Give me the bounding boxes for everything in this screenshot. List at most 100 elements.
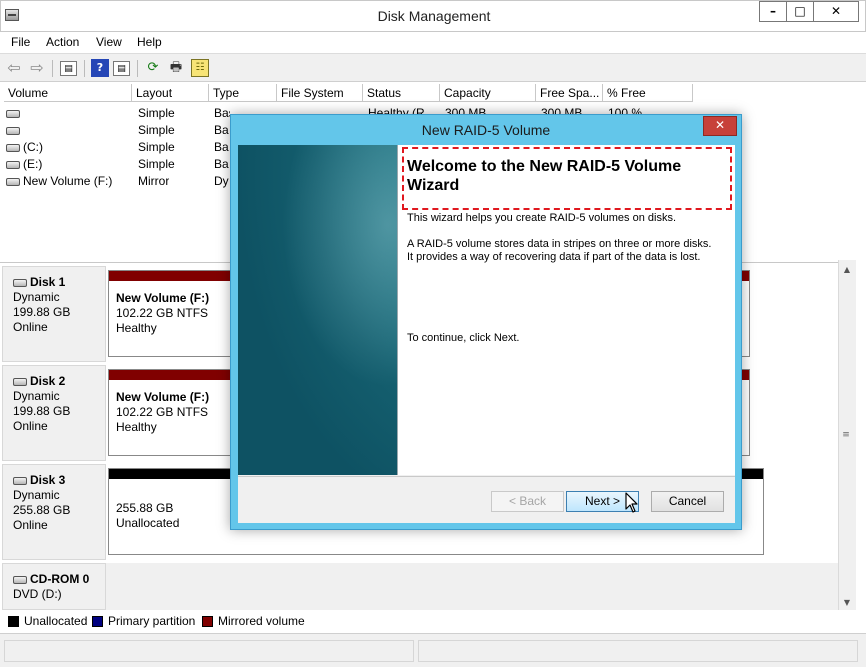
volume-icon [6, 161, 20, 169]
console-tree-icon[interactable]: ▤ [60, 61, 77, 76]
table-row[interactable]: (E:) [6, 157, 126, 171]
volume-name: (C:) [23, 140, 43, 154]
properties-icon[interactable]: ▤ [113, 61, 130, 76]
type-cell: Ba [214, 157, 229, 171]
wizard-heading: Welcome to the New RAID-5 Volume Wizard [407, 158, 682, 194]
volume-icon [6, 110, 20, 118]
dialog-title: New RAID-5 Volume [421, 122, 551, 138]
status-panel [418, 640, 858, 662]
disk-1-label[interactable]: Disk 1 Dynamic 199.88 GB Online [2, 266, 106, 362]
dialog-body: Welcome to the New RAID-5 Volume Wizard … [238, 145, 735, 523]
column-header-capacity[interactable]: Capacity [440, 84, 536, 102]
disk-state: Online [13, 320, 48, 334]
status-panel [4, 640, 414, 662]
type-cell: Ba [214, 140, 229, 154]
partition-detail: 102.22 GB NTFS [116, 405, 209, 419]
disk-size: 199.88 GB [13, 305, 71, 319]
close-button[interactable]: ✕ [813, 1, 859, 22]
column-header-status[interactable]: Status [363, 84, 440, 102]
minimize-button[interactable]: – [759, 1, 787, 22]
disk-2-label[interactable]: Disk 2 Dynamic 199.88 GB Online [2, 365, 106, 461]
disk-type: Dynamic [13, 290, 60, 304]
scroll-up-arrow-icon[interactable]: ▲ [838, 262, 856, 278]
dialog-close-button[interactable]: ✕ [703, 116, 737, 136]
legend-swatch-mirrored [202, 616, 213, 627]
column-header-volume[interactable]: Volume [4, 84, 132, 102]
disk-type: DVD (D:) [13, 587, 62, 601]
table-row[interactable]: (C:) [6, 140, 126, 154]
volume-icon [6, 144, 20, 152]
settings-icon[interactable]: ☷ [191, 59, 209, 77]
disk-name: Disk 1 [30, 275, 66, 289]
toolbar-separator [52, 60, 53, 77]
volume-icon [6, 127, 20, 135]
type-cell: Basic [214, 106, 230, 120]
type-cell: Ba [214, 123, 229, 137]
cdrom-0-label[interactable]: CD-ROM 0 DVD (D:) [2, 563, 106, 610]
cancel-button[interactable]: Cancel [651, 491, 724, 512]
partition-status: Healthy [116, 321, 157, 335]
layout-cell: Simple [138, 123, 175, 137]
column-header-free-space[interactable]: Free Spa... [536, 84, 603, 102]
disk-state: Online [13, 419, 48, 433]
wizard-description-line-2: It provides a way of recovering data if … [407, 251, 701, 263]
percent-free-cell: 100 % [608, 106, 643, 114]
partition-status: Unallocated [116, 516, 180, 530]
table-row[interactable] [6, 123, 126, 137]
disk-size: 199.88 GB [13, 404, 71, 418]
dialog-separator [238, 476, 735, 477]
disk-type: Dynamic [13, 488, 60, 502]
column-header-layout[interactable]: Layout [132, 84, 209, 102]
title-bar: Disk Management – □ ✕ [0, 0, 866, 32]
wizard-continue-text: To continue, click Next. [407, 332, 520, 344]
back-arrow-icon[interactable]: ⇦ [5, 59, 23, 77]
menu-action[interactable]: Action [46, 35, 79, 49]
export-icon[interactable]: 🖶 [167, 59, 185, 77]
layout-cell: Mirror [138, 174, 170, 188]
toolbar-separator [137, 60, 138, 77]
partition-name: New Volume (F:) [116, 291, 210, 305]
disk-3-label[interactable]: Disk 3 Dynamic 255.88 GB Online [2, 464, 106, 560]
status-bar [0, 633, 866, 667]
refresh-icon[interactable]: ⟳ [144, 59, 162, 77]
raid5-wizard-dialog: New RAID-5 Volume ✕ Welcome to the New R… [230, 114, 742, 530]
table-row[interactable]: New Volume (F:) [6, 174, 131, 188]
scroll-grip-icon[interactable]: ≡ [841, 430, 851, 440]
layout-cell: Simple [138, 106, 175, 120]
window-title: Disk Management [377, 8, 491, 24]
disk-icon [13, 378, 27, 386]
column-header-type[interactable]: Type [209, 84, 277, 102]
legend-swatch-unallocated [8, 616, 19, 627]
wizard-intro-text: This wizard helps you create RAID-5 volu… [407, 212, 676, 224]
cdrom-area [106, 563, 838, 610]
wizard-content: Welcome to the New RAID-5 Volume Wizard … [397, 145, 735, 475]
partition-status: Healthy [116, 420, 157, 434]
back-button[interactable]: < Back [491, 491, 564, 512]
toolbar-separator [84, 60, 85, 77]
disk-name: Disk 2 [30, 374, 66, 388]
scroll-down-arrow-icon[interactable]: ▼ [838, 595, 856, 611]
disk-name: Disk 3 [30, 473, 66, 487]
capacity-cell: 300 MB [445, 106, 487, 114]
partition-detail: 255.88 GB [116, 501, 174, 515]
type-cell: Dy [214, 174, 229, 188]
maximize-button[interactable]: □ [786, 1, 814, 22]
disk-name: CD-ROM 0 [30, 572, 90, 586]
forward-arrow-icon[interactable]: ⇨ [28, 59, 46, 77]
partition-name: New Volume (F:) [116, 390, 210, 404]
disk-type: Dynamic [13, 389, 60, 403]
table-row[interactable] [6, 106, 126, 120]
wizard-description-line-1: A RAID-5 volume stores data in stripes o… [407, 238, 712, 250]
legend: Unallocated Primary partition Mirrored v… [0, 612, 866, 632]
disk-state: Online [13, 518, 48, 532]
disk-icon [13, 279, 27, 287]
help-icon[interactable]: ? [91, 59, 109, 77]
menu-help[interactable]: Help [137, 35, 162, 49]
menu-file[interactable]: File [11, 35, 30, 49]
column-header-percent-free[interactable]: % Free [603, 84, 693, 102]
mouse-pointer-icon [625, 492, 638, 513]
column-header-file-system[interactable]: File System [277, 84, 363, 102]
legend-swatch-primary [92, 616, 103, 627]
menu-view[interactable]: View [96, 35, 122, 49]
legend-label-mirrored: Mirrored volume [218, 614, 305, 628]
